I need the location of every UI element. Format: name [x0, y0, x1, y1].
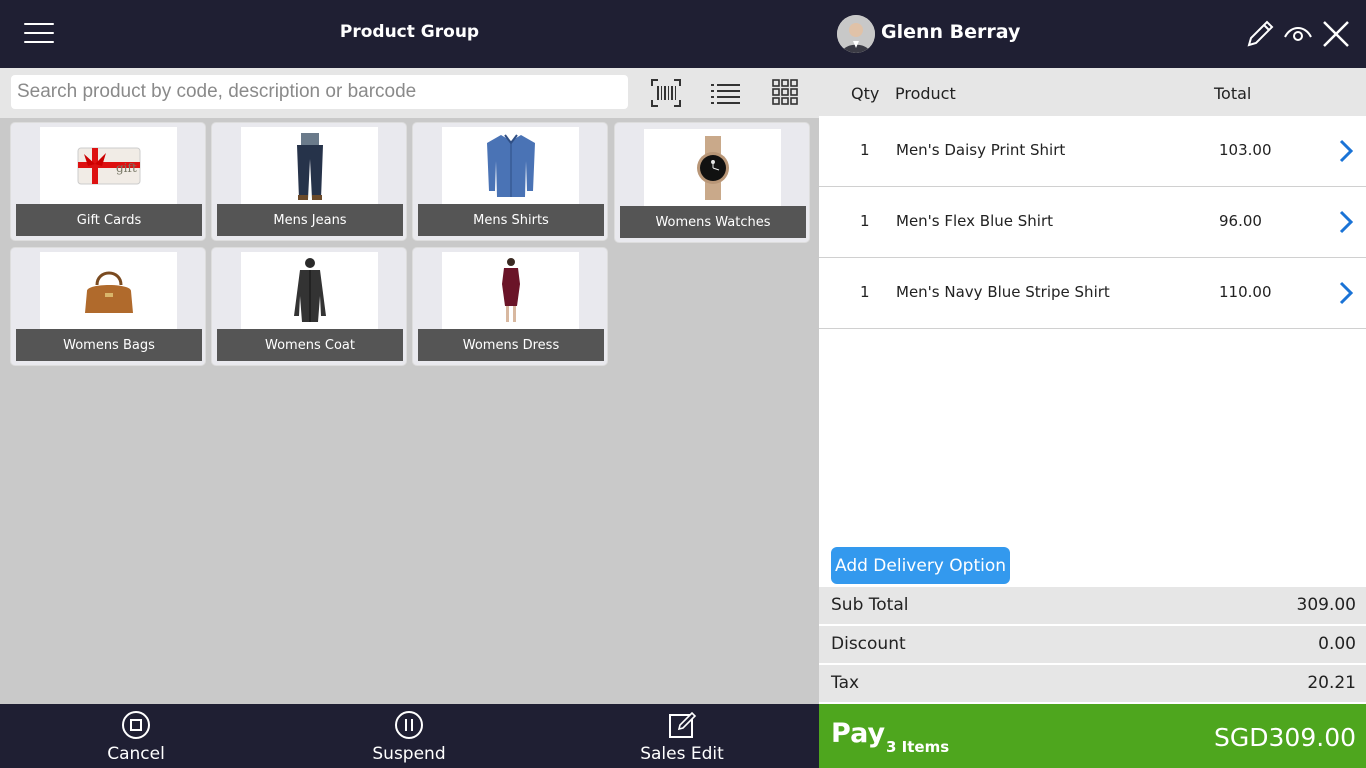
sales-edit-button[interactable]: Sales Edit [602, 708, 762, 766]
dress-image [442, 252, 579, 329]
row-qty: 1 [860, 141, 870, 159]
chevron-right-icon[interactable] [1337, 138, 1355, 164]
cart-table-header: Qty Product Total [819, 68, 1366, 116]
row-total: 103.00 [1219, 141, 1272, 159]
sales-edit-label: Sales Edit [640, 744, 724, 764]
tile-womens-coat[interactable]: Womens Coat [212, 248, 406, 365]
barcode-icon[interactable] [650, 78, 682, 108]
discount-label: Discount [831, 634, 906, 654]
product-panel: Product Group Search product by code, de… [0, 0, 819, 768]
chevron-right-icon[interactable] [1337, 209, 1355, 235]
grid-view-icon[interactable] [771, 78, 803, 108]
shirt-image [442, 127, 579, 204]
tile-label: Womens Bags [16, 329, 202, 361]
row-total: 110.00 [1219, 283, 1272, 301]
tile-womens-watches[interactable]: Womens Watches [615, 123, 809, 242]
list-view-icon[interactable] [710, 78, 742, 108]
tile-label: Gift Cards [16, 204, 202, 236]
pay-button[interactable]: Pay 3 Items SGD309.00 [819, 704, 1366, 768]
pay-amount: SGD309.00 [1214, 723, 1356, 752]
watch-image [644, 129, 781, 206]
svg-text:gift: gift [116, 161, 137, 175]
tile-label: Womens Coat [217, 329, 403, 361]
avatar[interactable] [837, 15, 875, 53]
bag-image [40, 252, 177, 329]
tile-label: Mens Jeans [217, 204, 403, 236]
row-qty: 1 [860, 212, 870, 230]
cart-row[interactable]: 1 Men's Navy Blue Stripe Shirt 110.00 [819, 258, 1366, 329]
suspend-label: Suspend [372, 744, 446, 764]
tax-row: Tax 20.21 [819, 665, 1366, 702]
stop-icon [122, 711, 150, 739]
cancel-button[interactable]: Cancel [56, 708, 216, 766]
top-bar: Product Group [0, 0, 819, 68]
add-delivery-option-button[interactable]: Add Delivery Option [831, 547, 1010, 584]
qty-header: Qty [851, 84, 880, 103]
page-title: Product Group [339, 22, 480, 42]
pay-item-count: 3 Items [886, 738, 950, 756]
row-product: Men's Daisy Print Shirt [896, 141, 1066, 159]
tile-gift-cards[interactable]: gift Gift Cards [11, 123, 205, 240]
subtotal-label: Sub Total [831, 595, 909, 615]
row-product: Men's Navy Blue Stripe Shirt [896, 283, 1110, 301]
close-icon[interactable] [1320, 18, 1352, 50]
cart-panel: Glenn Berray Qty Product Total 1 Men's D [819, 0, 1366, 768]
row-total: 96.00 [1219, 212, 1262, 230]
gift-card-image: gift [40, 127, 177, 204]
suspend-button[interactable]: Suspend [329, 708, 489, 766]
tile-label: Womens Watches [620, 206, 806, 238]
search-row [0, 68, 819, 118]
product-header: Product [895, 84, 956, 103]
tile-womens-bags[interactable]: Womens Bags [11, 248, 205, 365]
chevron-right-icon[interactable] [1337, 280, 1355, 306]
cart-row[interactable]: 1 Men's Flex Blue Shirt 96.00 [819, 187, 1366, 258]
tile-womens-dress[interactable]: Womens Dress [413, 248, 607, 365]
eye-icon[interactable] [1282, 18, 1314, 50]
jeans-image [241, 127, 378, 204]
row-qty: 1 [860, 283, 870, 301]
edit-icon [669, 711, 697, 738]
tile-label: Mens Shirts [418, 204, 604, 236]
cart-row[interactable]: 1 Men's Daisy Print Shirt 103.00 [819, 116, 1366, 187]
search-input[interactable] [11, 75, 628, 109]
customer-name: Glenn Berray [881, 21, 1021, 43]
pay-label: Pay [831, 718, 886, 749]
row-product: Men's Flex Blue Shirt [896, 212, 1053, 230]
total-header: Total [1214, 84, 1252, 103]
tile-mens-jeans[interactable]: Mens Jeans [212, 123, 406, 240]
tile-label: Womens Dress [418, 329, 604, 361]
customer-bar: Glenn Berray [819, 0, 1366, 68]
pause-icon [395, 711, 423, 739]
tax-value: 20.21 [1307, 673, 1356, 693]
pencil-icon[interactable] [1244, 18, 1276, 50]
subtotal-row: Sub Total 309.00 [819, 587, 1366, 624]
tile-mens-shirts[interactable]: Mens Shirts [413, 123, 607, 240]
coat-image [241, 252, 378, 329]
subtotal-value: 309.00 [1296, 595, 1356, 615]
cancel-label: Cancel [107, 744, 165, 764]
tax-label: Tax [831, 673, 860, 693]
bottom-action-bar: Cancel Suspend Sales Edit [0, 704, 819, 768]
discount-value: 0.00 [1318, 634, 1356, 654]
discount-row: Discount 0.00 [819, 626, 1366, 663]
